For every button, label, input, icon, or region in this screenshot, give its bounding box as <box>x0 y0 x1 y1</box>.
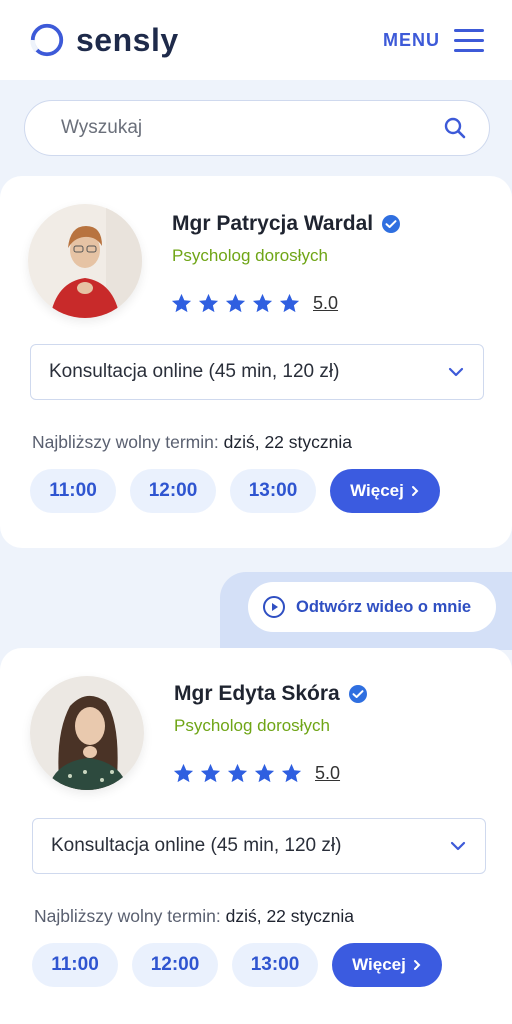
next-term-value: dziś, 22 stycznia <box>223 432 352 452</box>
avatar[interactable] <box>28 204 142 318</box>
star-icon <box>171 293 192 313</box>
name-row: Mgr Patrycja Wardal <box>172 212 401 236</box>
chevron-right-icon <box>413 960 421 970</box>
time-slot-button[interactable]: 12:00 <box>130 469 216 513</box>
rating-value[interactable]: 5.0 <box>313 293 338 314</box>
therapist-name[interactable]: Mgr Patrycja Wardal <box>172 212 373 236</box>
next-term-label: Najbliższy wolny termin: <box>32 432 219 452</box>
star-icon <box>254 763 275 783</box>
menu-label: MENU <box>383 29 440 50</box>
search-icon[interactable] <box>443 116 467 140</box>
star-icon <box>252 293 273 313</box>
rating: 5.0 <box>172 762 340 785</box>
search-bar <box>24 100 490 156</box>
star-icon <box>200 763 221 783</box>
rating: 5.0 <box>170 292 338 315</box>
chevron-down-icon <box>450 841 466 851</box>
time-slot-button[interactable]: 11:00 <box>32 943 118 987</box>
star-icon <box>227 763 248 783</box>
chevron-right-icon <box>411 486 419 496</box>
verified-badge-icon <box>382 215 401 233</box>
play-video-label: Odtwórz wideo o mnie <box>296 597 472 616</box>
therapist-card: Mgr Patrycja Wardal Psycholog dorosłych … <box>0 176 512 548</box>
name-row: Mgr Edyta Skóra <box>174 682 368 706</box>
consultation-select[interactable]: Konsultacja online (45 min, 120 zł) <box>32 818 486 874</box>
more-label: Więcej <box>350 481 404 500</box>
more-label: Więcej <box>352 955 406 974</box>
play-circle-icon <box>263 596 285 618</box>
star-icon <box>281 763 302 783</box>
consultation-label: Konsultacja online (45 min, 120 zł) <box>49 361 340 382</box>
star-icon <box>173 763 194 783</box>
more-button[interactable]: Więcej <box>330 469 440 513</box>
chevron-down-icon <box>448 367 464 377</box>
brand-name: sensly <box>76 21 179 58</box>
top-header: sensly MENU <box>0 0 512 80</box>
next-term: Najbliższy wolny termin: dziś, 22 styczn… <box>34 906 354 927</box>
time-slot-button[interactable]: 11:00 <box>30 469 116 513</box>
star-icon <box>198 293 219 313</box>
consultation-select[interactable]: Konsultacja online (45 min, 120 zł) <box>30 344 484 400</box>
rating-value[interactable]: 5.0 <box>315 763 340 784</box>
next-term-value: dziś, 22 stycznia <box>225 906 354 926</box>
verified-badge-icon <box>348 685 367 703</box>
therapist-card: Mgr Edyta Skóra Psycholog dorosłych 5.0 … <box>0 648 512 1024</box>
avatar-photo-icon <box>28 204 142 318</box>
consultation-label: Konsultacja online (45 min, 120 zł) <box>51 835 342 856</box>
brand-logo[interactable]: sensly <box>28 21 179 59</box>
specialty-label: Psycholog dorosłych <box>172 246 328 265</box>
therapist-name[interactable]: Mgr Edyta Skóra <box>174 682 340 706</box>
star-icon <box>279 293 300 313</box>
avatar[interactable] <box>30 676 144 790</box>
avatar-photo-icon <box>30 676 144 790</box>
play-video-button[interactable]: Odtwórz wideo o mnie <box>248 582 496 632</box>
star-icon <box>225 293 246 313</box>
specialty-label: Psycholog dorosłych <box>174 716 330 735</box>
menu-button[interactable]: MENU <box>383 29 484 52</box>
more-button[interactable]: Więcej <box>332 943 442 987</box>
time-slot-button[interactable]: 13:00 <box>232 943 318 987</box>
next-term: Najbliższy wolny termin: dziś, 22 styczn… <box>32 432 352 453</box>
time-slot-button[interactable]: 13:00 <box>230 469 316 513</box>
time-slot-button[interactable]: 12:00 <box>132 943 218 987</box>
logo-ring-icon <box>30 23 64 57</box>
hamburger-icon <box>454 29 484 52</box>
next-term-label: Najbliższy wolny termin: <box>34 906 221 926</box>
search-input[interactable] <box>59 116 443 140</box>
